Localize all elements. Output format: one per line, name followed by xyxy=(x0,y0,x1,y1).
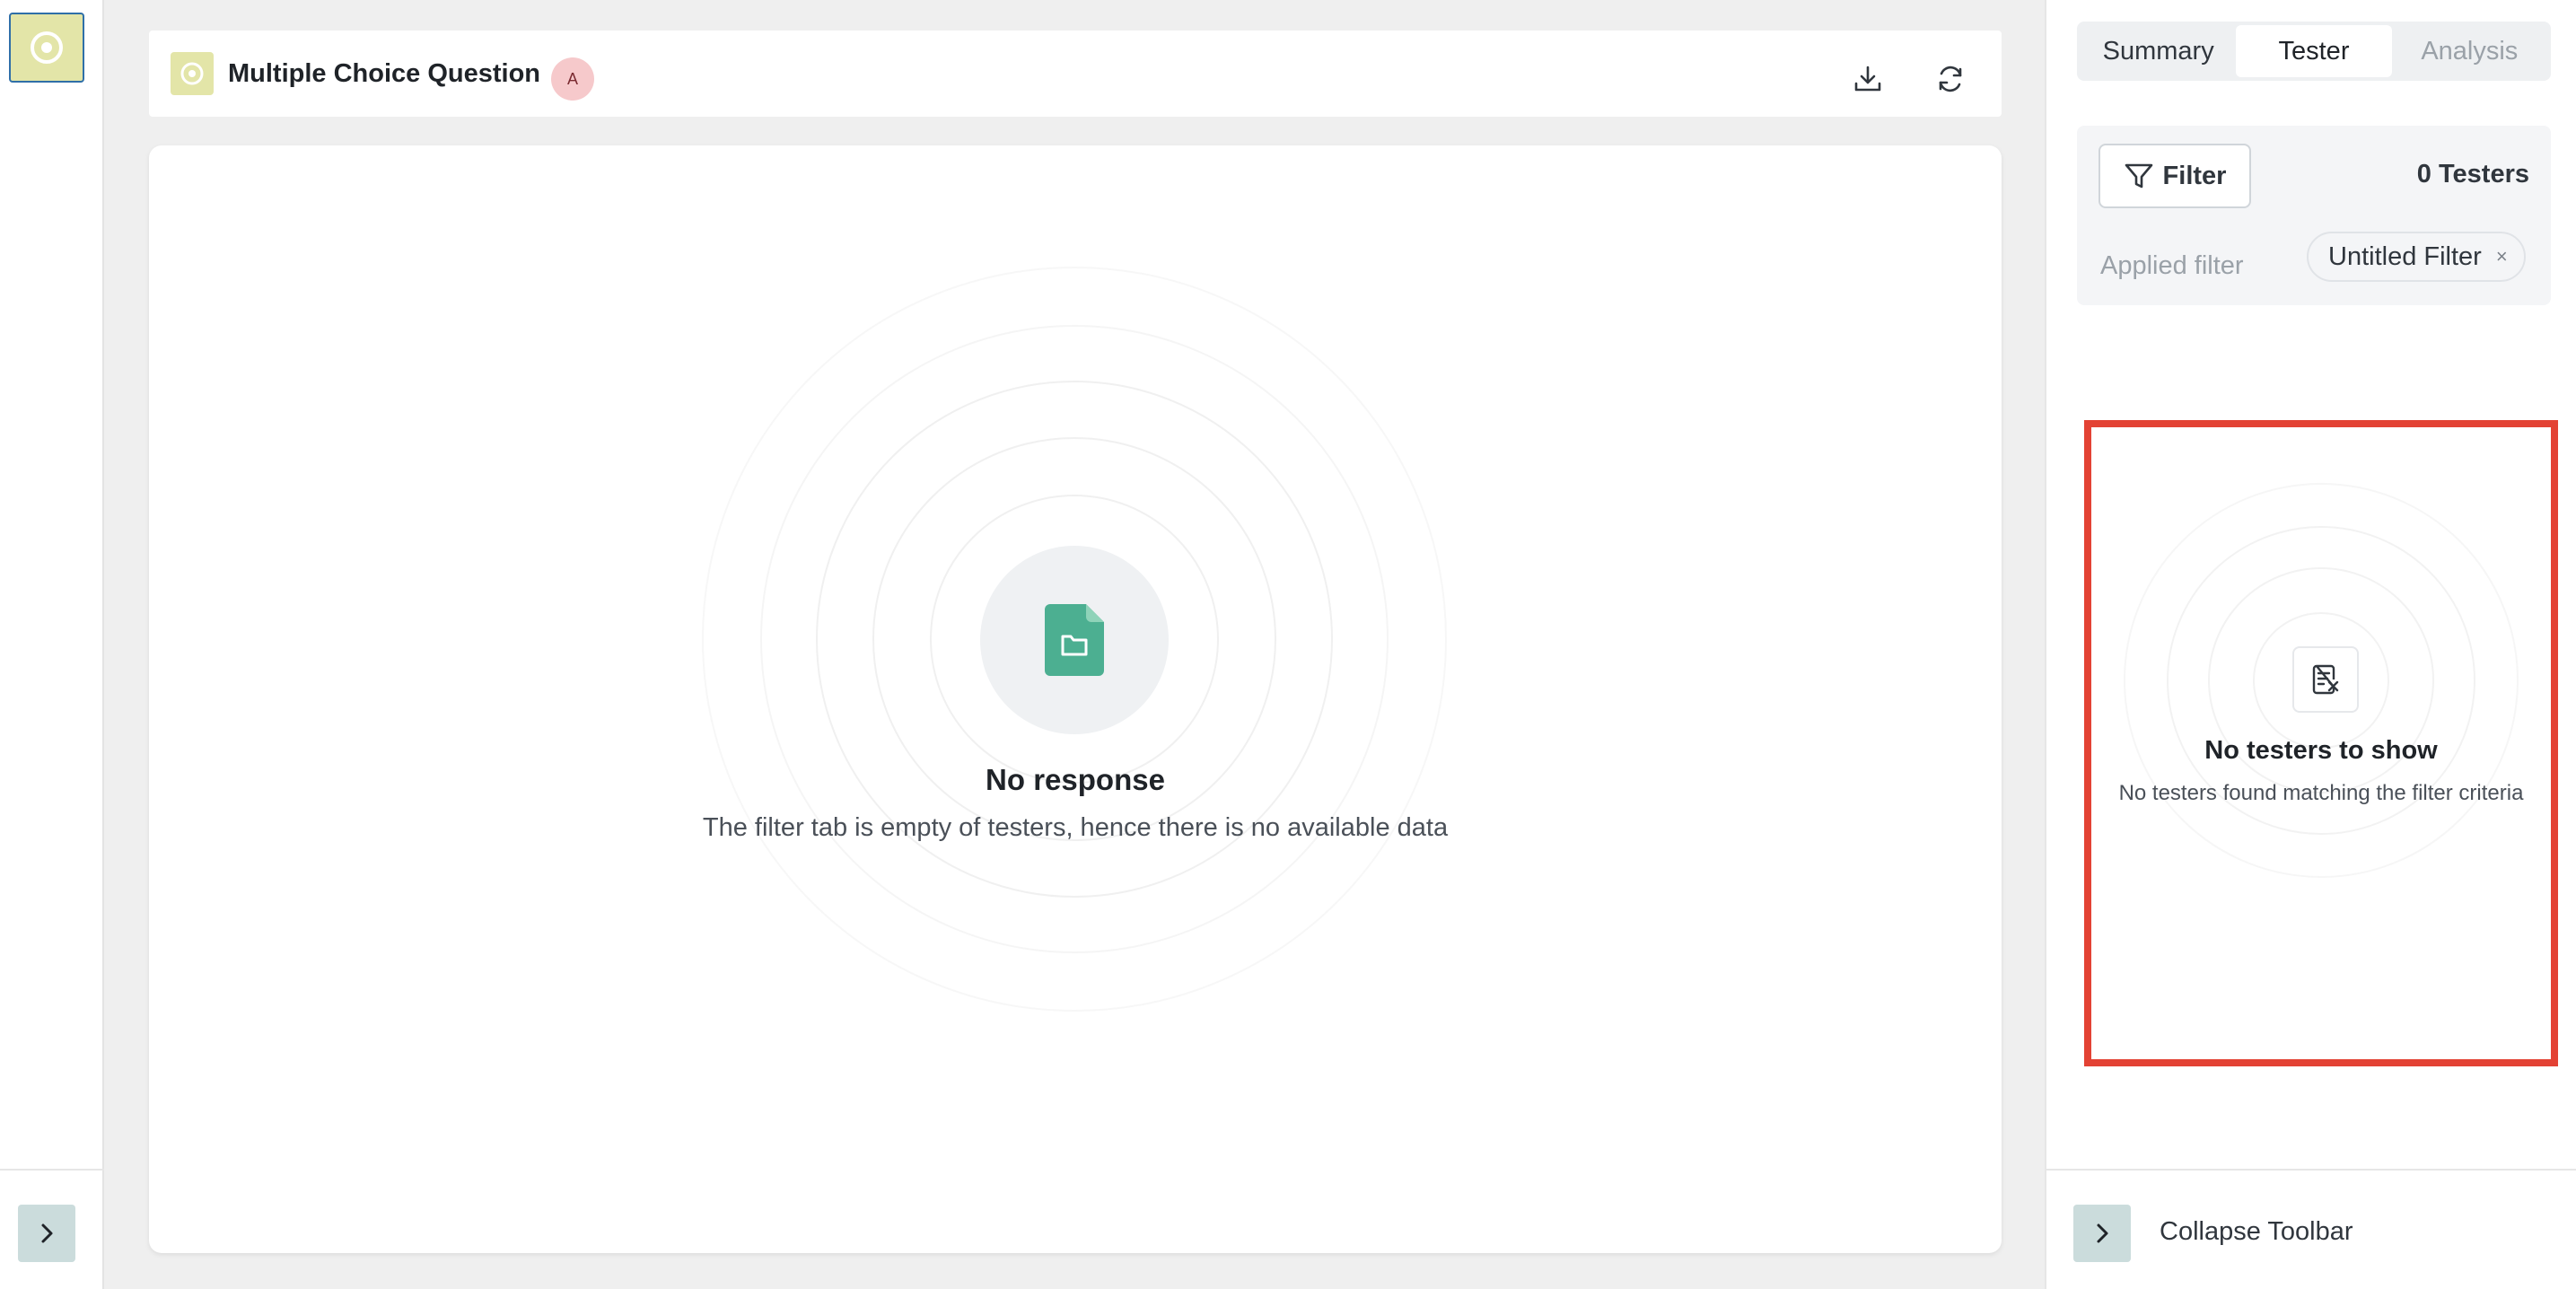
tab-summary[interactable]: Summary xyxy=(2081,25,2236,77)
refresh-button[interactable] xyxy=(1929,57,1972,101)
question-header: Multiple Choice Question A xyxy=(149,31,2002,117)
empty-state-icon-wrapper xyxy=(980,546,1169,734)
document-x-icon xyxy=(2312,664,2339,695)
filter-button[interactable]: Filter xyxy=(2098,144,2251,208)
folder-file-icon xyxy=(1045,604,1104,676)
expand-sidebar-button[interactable] xyxy=(18,1205,75,1262)
testers-empty-state: No testers to show No testers found matc… xyxy=(2084,420,2558,1066)
tab-analysis: Analysis xyxy=(2421,36,2519,66)
refresh-icon xyxy=(1939,66,1962,92)
no-testers-icon-wrapper xyxy=(2292,646,2359,713)
right-toolbar: Summary Tester Analysis Filter 0 Testers… xyxy=(2045,0,2576,1289)
empty-state-title: No response xyxy=(986,763,1165,796)
collapse-toolbar-button[interactable] xyxy=(2073,1205,2131,1262)
filter-button-label: Filter xyxy=(2162,161,2227,190)
testers-count: 0 Testers xyxy=(2416,160,2529,189)
page-title: Multiple Choice Question xyxy=(228,59,541,88)
tab-tester[interactable]: Tester xyxy=(2236,25,2392,77)
download-icon xyxy=(1854,66,1881,92)
filter-funnel-icon xyxy=(2125,163,2152,189)
collapse-toolbar-label[interactable]: Collapse Toolbar xyxy=(2160,1217,2353,1247)
avatar[interactable]: A xyxy=(551,57,594,101)
target-icon xyxy=(31,31,63,64)
download-button[interactable] xyxy=(1846,57,1889,101)
rail-footer xyxy=(0,1169,104,1289)
applied-filter-chip[interactable]: Untitled Filter × xyxy=(2307,232,2526,282)
target-icon xyxy=(180,62,204,85)
empty-state-description: The filter tab is empty of testers, henc… xyxy=(702,813,1449,842)
response-panel: No response The filter tab is empty of t… xyxy=(149,145,2002,1253)
close-icon[interactable]: × xyxy=(2496,245,2508,268)
app-root: Multiple Choice Question A No response T… xyxy=(0,0,2576,1289)
chevron-right-icon xyxy=(41,1223,53,1243)
chevron-right-icon xyxy=(2097,1223,2108,1243)
filter-section: Filter 0 Testers Applied filter Untitled… xyxy=(2077,126,2551,305)
no-testers-title: No testers to show xyxy=(2204,736,2438,765)
left-rail xyxy=(0,0,104,1289)
question-type-icon xyxy=(171,52,214,95)
question-thumbnail[interactable] xyxy=(9,13,84,83)
collapse-toolbar-bar: Collapse Toolbar xyxy=(2046,1169,2576,1289)
no-testers-description: No testers found matching the filter cri… xyxy=(2118,781,2524,805)
chip-label: Untitled Filter xyxy=(2328,241,2482,271)
view-tabs: Summary Tester Analysis xyxy=(2077,22,2551,81)
applied-filter-label: Applied filter xyxy=(2100,251,2244,280)
